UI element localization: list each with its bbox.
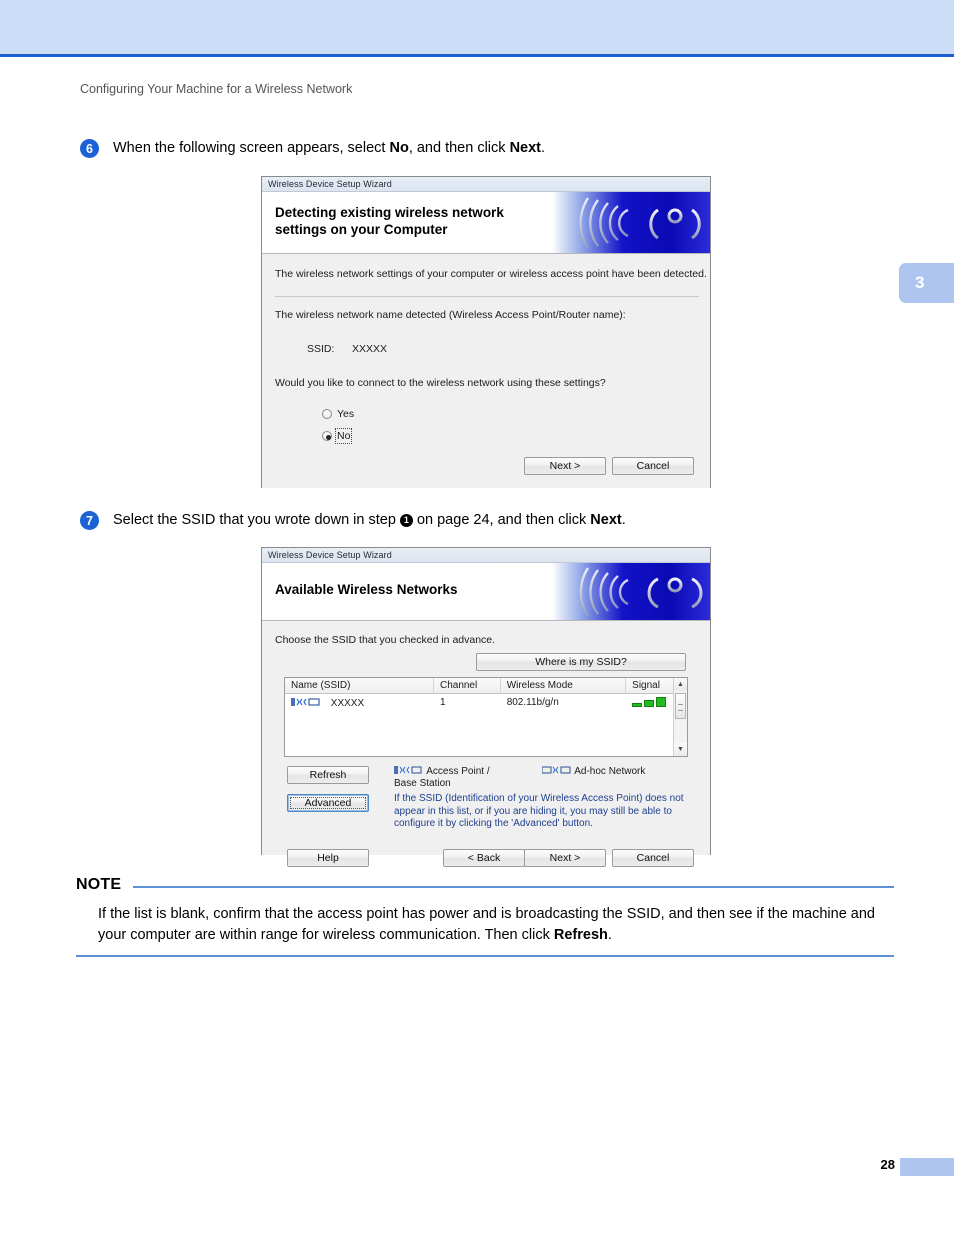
access-point-legend-icon bbox=[394, 766, 426, 777]
wireless-setup-wizard-dialog-available-networks: Wireless Device Setup Wizard Available W… bbox=[261, 547, 711, 867]
note-header-rule bbox=[133, 886, 894, 888]
chapter-marker-tab: 3 bbox=[899, 263, 954, 303]
wireless-setup-wizard-dialog-detecting: Wireless Device Setup Wizard Detecting e… bbox=[261, 176, 711, 488]
cell-channel: 1 bbox=[439, 697, 446, 708]
table-row[interactable]: XXXXX 1 802.11b/g/n bbox=[285, 694, 687, 711]
dialog1-question-text: Would you like to connect to the wireles… bbox=[275, 377, 606, 389]
step-6-bold-next: Next bbox=[509, 140, 541, 156]
column-header-wireless-mode: Wireless Mode bbox=[501, 678, 627, 693]
dialog2-cancel-button[interactable]: Cancel bbox=[612, 849, 694, 867]
dialog1-banner-title: Detecting existing wireless network sett… bbox=[275, 204, 504, 238]
note-header: NOTE bbox=[76, 876, 894, 894]
dialog1-divider bbox=[275, 296, 699, 297]
cell-network-name: XXXXX bbox=[285, 694, 434, 711]
note-section: NOTE If the list is blank, confirm that … bbox=[76, 876, 894, 957]
dialog1-banner-title-line2: settings on your Computer bbox=[275, 222, 448, 237]
listbox-header-row: Name (SSID) Channel Wireless Mode Signal bbox=[285, 678, 687, 694]
listbox-scrollbar[interactable]: ▲ ▼ bbox=[673, 678, 687, 756]
step-6-text-after: . bbox=[541, 140, 546, 156]
note-label: NOTE bbox=[76, 876, 122, 893]
step-6: 6 When the following screen appears, sel… bbox=[80, 138, 545, 158]
step-6-text-before: When the following screen appears, selec… bbox=[113, 140, 390, 156]
step-7-text-middle: on page 24, and then click bbox=[412, 512, 591, 528]
dialog1-body: The wireless network settings of your co… bbox=[262, 254, 710, 488]
access-point-icon bbox=[291, 697, 321, 710]
radio-no-indicator[interactable] bbox=[322, 431, 332, 441]
step-7-inline-badge: 1 bbox=[399, 513, 413, 527]
running-head: Configuring Your Machine for a Wireless … bbox=[80, 82, 353, 96]
dialog2-banner-title: Available Wireless Networks bbox=[275, 582, 458, 597]
scrollbar-thumb[interactable] bbox=[675, 693, 686, 719]
where-is-my-ssid-button[interactable]: Where is my SSID? bbox=[476, 653, 686, 671]
step-7-number: 7 bbox=[80, 511, 99, 530]
scroll-down-arrow-icon[interactable]: ▼ bbox=[674, 743, 687, 756]
dialog1-intro-text: The wireless network settings of your co… bbox=[275, 268, 707, 280]
dialog1-cancel-button[interactable]: Cancel bbox=[612, 457, 694, 475]
ad-hoc-network-icon bbox=[541, 766, 574, 777]
advanced-button[interactable]: Advanced bbox=[287, 794, 369, 812]
note-text-before: If the list is blank, confirm that the a… bbox=[98, 906, 875, 943]
step-7: 7 Select the SSID that you wrote down in… bbox=[80, 510, 626, 530]
dialog2-banner: Available Wireless Networks bbox=[262, 563, 710, 621]
dialog1-banner-title-line1: Detecting existing wireless network bbox=[275, 205, 504, 220]
dialog1-titlebar: Wireless Device Setup Wizard bbox=[262, 177, 710, 192]
step-7-text: Select the SSID that you wrote down in s… bbox=[113, 510, 626, 530]
dialog1-banner: Detecting existing wireless network sett… bbox=[262, 192, 710, 254]
scroll-up-arrow-icon[interactable]: ▲ bbox=[674, 678, 687, 691]
wireless-networks-listbox[interactable]: Name (SSID) Channel Wireless Mode Signal bbox=[284, 677, 688, 757]
note-body: If the list is blank, confirm that the a… bbox=[98, 904, 894, 946]
cell-network-name-text: XXXXX bbox=[330, 698, 365, 709]
dialog2-titlebar: Wireless Device Setup Wizard bbox=[262, 548, 710, 563]
radio-no-label: No bbox=[334, 428, 353, 444]
note-footer-rule bbox=[76, 955, 894, 957]
step-7-bold-next: Next bbox=[590, 512, 622, 528]
dialog1-detected-label: The wireless network name detected (Wire… bbox=[275, 309, 626, 321]
dialog2-body: Choose the SSID that you checked in adva… bbox=[262, 621, 710, 867]
radio-yes-indicator[interactable] bbox=[322, 409, 332, 419]
step-7-text-after: . bbox=[621, 512, 626, 528]
footer-accent-bar bbox=[900, 1158, 954, 1176]
radio-option-no[interactable]: No bbox=[322, 428, 353, 444]
legend-access-point: Access Point / Base Station bbox=[394, 766, 514, 790]
page-header-band bbox=[0, 0, 954, 57]
step-6-bold-no: No bbox=[389, 140, 409, 156]
advanced-help-text: If the SSID (Identification of your Wire… bbox=[394, 793, 684, 829]
legend-adhoc-label: Ad-hoc Network bbox=[574, 766, 646, 777]
note-text-after: . bbox=[607, 927, 612, 943]
back-button[interactable]: < Back bbox=[443, 849, 525, 867]
legend-adhoc: Ad-hoc Network bbox=[541, 766, 692, 778]
cell-wireless-mode: 802.11b/g/n bbox=[506, 697, 559, 708]
help-button[interactable]: Help bbox=[287, 849, 369, 867]
chapter-marker-number: 3 bbox=[915, 273, 925, 292]
step-6-number: 6 bbox=[80, 139, 99, 158]
note-bold-refresh: Refresh bbox=[553, 927, 608, 943]
radio-yes-label: Yes bbox=[337, 408, 355, 420]
dialog1-ssid-label: SSID: bbox=[307, 343, 335, 355]
column-header-channel: Channel bbox=[434, 678, 501, 693]
dialog1-next-button[interactable]: Next > bbox=[524, 457, 606, 475]
column-header-name: Name (SSID) bbox=[285, 678, 434, 693]
radio-option-yes[interactable]: Yes bbox=[322, 408, 354, 420]
refresh-button[interactable]: Refresh bbox=[287, 766, 369, 784]
dialog2-intro-text: Choose the SSID that you checked in adva… bbox=[275, 634, 496, 646]
wireless-signal-banner-icon bbox=[552, 192, 710, 253]
step-6-text-middle: , and then click bbox=[408, 140, 510, 156]
dialog1-ssid-value: XXXXX bbox=[352, 343, 388, 355]
dialog2-next-button[interactable]: Next > bbox=[524, 849, 606, 867]
wireless-signal-banner-icon bbox=[552, 563, 710, 620]
signal-strength-icon bbox=[632, 697, 667, 707]
step-7-text-before: Select the SSID that you wrote down in s… bbox=[113, 512, 400, 528]
step-6-text: When the following screen appears, selec… bbox=[113, 138, 545, 158]
page-number: 28 bbox=[880, 1157, 895, 1172]
